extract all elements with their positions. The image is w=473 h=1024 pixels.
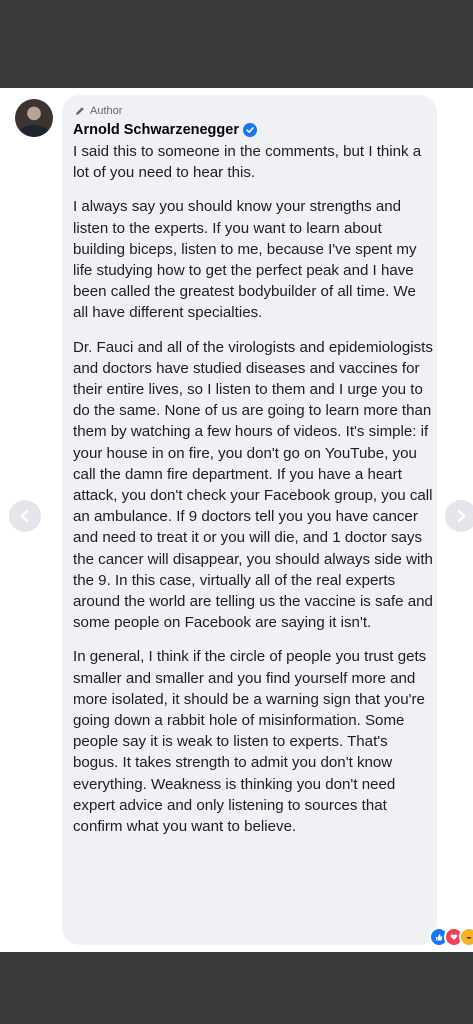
previous-button[interactable] [9,500,41,532]
comment-paragraph-4: In general, I think if the circle of peo… [73,648,427,836]
author-name[interactable]: Arnold Schwarzenegger [73,122,239,138]
comment-paragraph-1: I said this to someone in the comments, … [73,143,422,182]
comment-paragraph-2: I always say you should know your streng… [73,198,417,322]
verified-badge-icon [242,123,257,137]
chevron-left-icon [20,509,29,523]
comment-text: I said this to someone in the comments, … [73,141,433,837]
author-role-row: Author [74,105,122,117]
pencil-icon [76,107,84,115]
bottom-frame [0,952,473,1024]
author-name-row: Arnold Schwarzenegger [73,122,257,138]
reaction-summary[interactable] [429,927,473,947]
comment-paragraph-3: Dr. Fauci and all of the virologists and… [73,338,433,632]
avatar-figure [19,125,49,137]
top-frame [0,0,473,88]
avatar[interactable] [15,99,53,137]
next-button[interactable] [445,500,473,532]
author-role-badge: Author [90,105,123,117]
comment-bubble: Author Arnold Schwarzenegger I said this… [62,95,437,945]
haha-icon [459,927,473,947]
chevron-right-icon [457,509,466,523]
